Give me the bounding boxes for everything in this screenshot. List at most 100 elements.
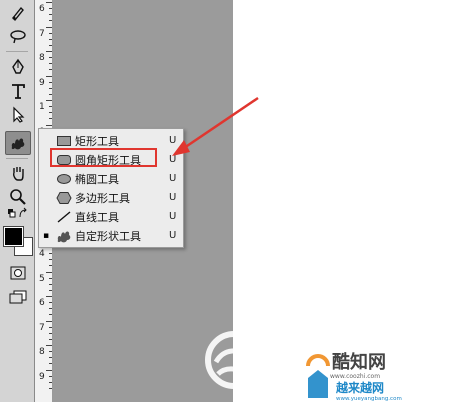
menu-item-shortcut: U xyxy=(169,211,177,222)
ruler-tick xyxy=(46,320,52,322)
zoom-icon xyxy=(10,189,26,205)
ruler-tick xyxy=(49,357,52,359)
pen-icon xyxy=(12,58,24,74)
screen-mode-button[interactable] xyxy=(6,286,30,308)
ruler-tick xyxy=(46,75,52,77)
ruler-tick xyxy=(46,369,52,371)
ruler-tick xyxy=(49,283,52,285)
ellipse-icon xyxy=(57,173,71,184)
ruler-tick xyxy=(49,277,52,279)
ruler-tick xyxy=(46,296,52,297)
ruler-tick xyxy=(49,14,52,16)
ruler-tick xyxy=(49,289,52,291)
ruler-tick xyxy=(49,253,52,255)
swap-colors-button[interactable] xyxy=(6,206,30,222)
ruler-tick xyxy=(49,332,52,334)
ruler-tick xyxy=(49,81,52,83)
ruler-tick xyxy=(49,38,52,40)
polygon-icon xyxy=(56,191,72,204)
menu-item-label: 矩形工具 xyxy=(75,134,119,148)
ruler-tick xyxy=(46,124,52,126)
ruler-label: 4 xyxy=(39,249,45,259)
menu-item-custom-shape[interactable]: ▪ 自定形状工具 U xyxy=(39,226,183,245)
ruler-tick xyxy=(49,57,52,59)
ruler-label: 7 xyxy=(39,322,45,333)
ruler-tick xyxy=(46,26,52,28)
ruler-tick xyxy=(49,112,52,114)
ruler-tick xyxy=(49,118,52,120)
menu-item-label: 直线工具 xyxy=(75,210,119,224)
rectangle-icon xyxy=(57,135,71,146)
ruler-tick xyxy=(49,302,52,304)
ruler-tick xyxy=(49,44,52,46)
ruler-tick xyxy=(49,8,52,10)
ruler-label: 9 xyxy=(39,77,45,88)
custom-shape-icon xyxy=(57,230,71,242)
menu-item-shortcut: U xyxy=(169,135,177,146)
menu-item-label: 多边形工具 xyxy=(75,191,130,205)
ruler-tick xyxy=(46,51,52,52)
ruler-tick xyxy=(49,326,52,328)
watermark-site-name: 越来越网 xyxy=(335,380,384,395)
type-icon xyxy=(12,84,25,99)
ruler-tick xyxy=(49,259,52,261)
menu-item-label: 自定形状工具 xyxy=(75,229,141,243)
type-tool-button[interactable] xyxy=(6,80,30,102)
healing-brush-tool-button[interactable] xyxy=(6,2,30,24)
lasso-tool-button[interactable] xyxy=(6,26,30,48)
ruler-tick xyxy=(49,32,52,34)
ruler-tick xyxy=(46,2,52,3)
watermark-site-url: www.yueyangbang.com xyxy=(336,396,402,402)
menu-item-ellipse[interactable]: 椭圆工具 U xyxy=(39,169,183,188)
ruler-label: 9 xyxy=(39,371,45,382)
ruler-tick xyxy=(46,271,52,273)
ruler-tick xyxy=(49,363,52,365)
ruler-label: 7 xyxy=(39,28,45,39)
ruler-label: 8 xyxy=(39,53,45,63)
hand-icon xyxy=(13,167,24,181)
menu-item-shortcut: U xyxy=(169,173,177,184)
menu-item-polygon[interactable]: 多边形工具 U xyxy=(39,188,183,207)
tools-panel xyxy=(0,0,35,402)
watermark-logo: 酷知网 www.coozhi.com 越来越网 www.yueyangbang.… xyxy=(205,331,455,402)
path-selection-tool-button[interactable] xyxy=(6,104,30,126)
ruler-tick xyxy=(49,375,52,377)
path-selection-icon xyxy=(13,106,25,123)
screen-mode-icon xyxy=(9,290,27,304)
watermark-brand: 酷知网 xyxy=(332,351,386,373)
highlight-box xyxy=(50,148,157,167)
ruler-label: 8 xyxy=(39,347,45,357)
ruler-tick xyxy=(49,351,52,353)
ruler-tick xyxy=(49,381,52,383)
ruler-tick xyxy=(46,345,52,346)
menu-item-shortcut: U xyxy=(169,230,177,241)
ruler-tick xyxy=(49,87,52,89)
ruler-tick xyxy=(46,100,52,101)
line-icon xyxy=(57,210,71,223)
quick-mask-button[interactable] xyxy=(6,262,30,284)
ruler-label: 6 xyxy=(39,298,45,308)
pen-tool-button[interactable] xyxy=(6,56,30,78)
ruler-tick xyxy=(49,106,52,108)
ruler-tick xyxy=(49,265,52,267)
lasso-icon xyxy=(10,30,26,44)
hand-tool-button[interactable] xyxy=(6,162,30,184)
shape-tools-flyout: 矩形工具 U 圆角矩形工具 U 椭圆工具 U 多边形工具 U 直线工具 U ▪ … xyxy=(38,128,184,248)
menu-item-label: 椭圆工具 xyxy=(75,172,119,186)
custom-shape-icon xyxy=(11,138,25,150)
ruler-label: 6 xyxy=(39,4,45,14)
ruler-tick xyxy=(49,69,52,71)
ruler-label: 5 xyxy=(39,273,45,284)
menu-item-shortcut: U xyxy=(169,154,177,165)
ruler-tick xyxy=(49,314,52,316)
healing-brush-icon xyxy=(12,6,24,22)
menu-item-line[interactable]: 直线工具 U xyxy=(39,207,183,226)
foreground-color-swatch[interactable] xyxy=(3,226,24,247)
ruler-tick xyxy=(49,63,52,65)
shape-tool-button[interactable] xyxy=(5,131,31,155)
toolbar-separator xyxy=(6,158,28,159)
zoom-tool-button[interactable] xyxy=(6,186,30,208)
ruler-tick xyxy=(49,338,52,340)
selected-marker: ▪ xyxy=(42,230,50,241)
toolbar-separator xyxy=(6,51,28,52)
